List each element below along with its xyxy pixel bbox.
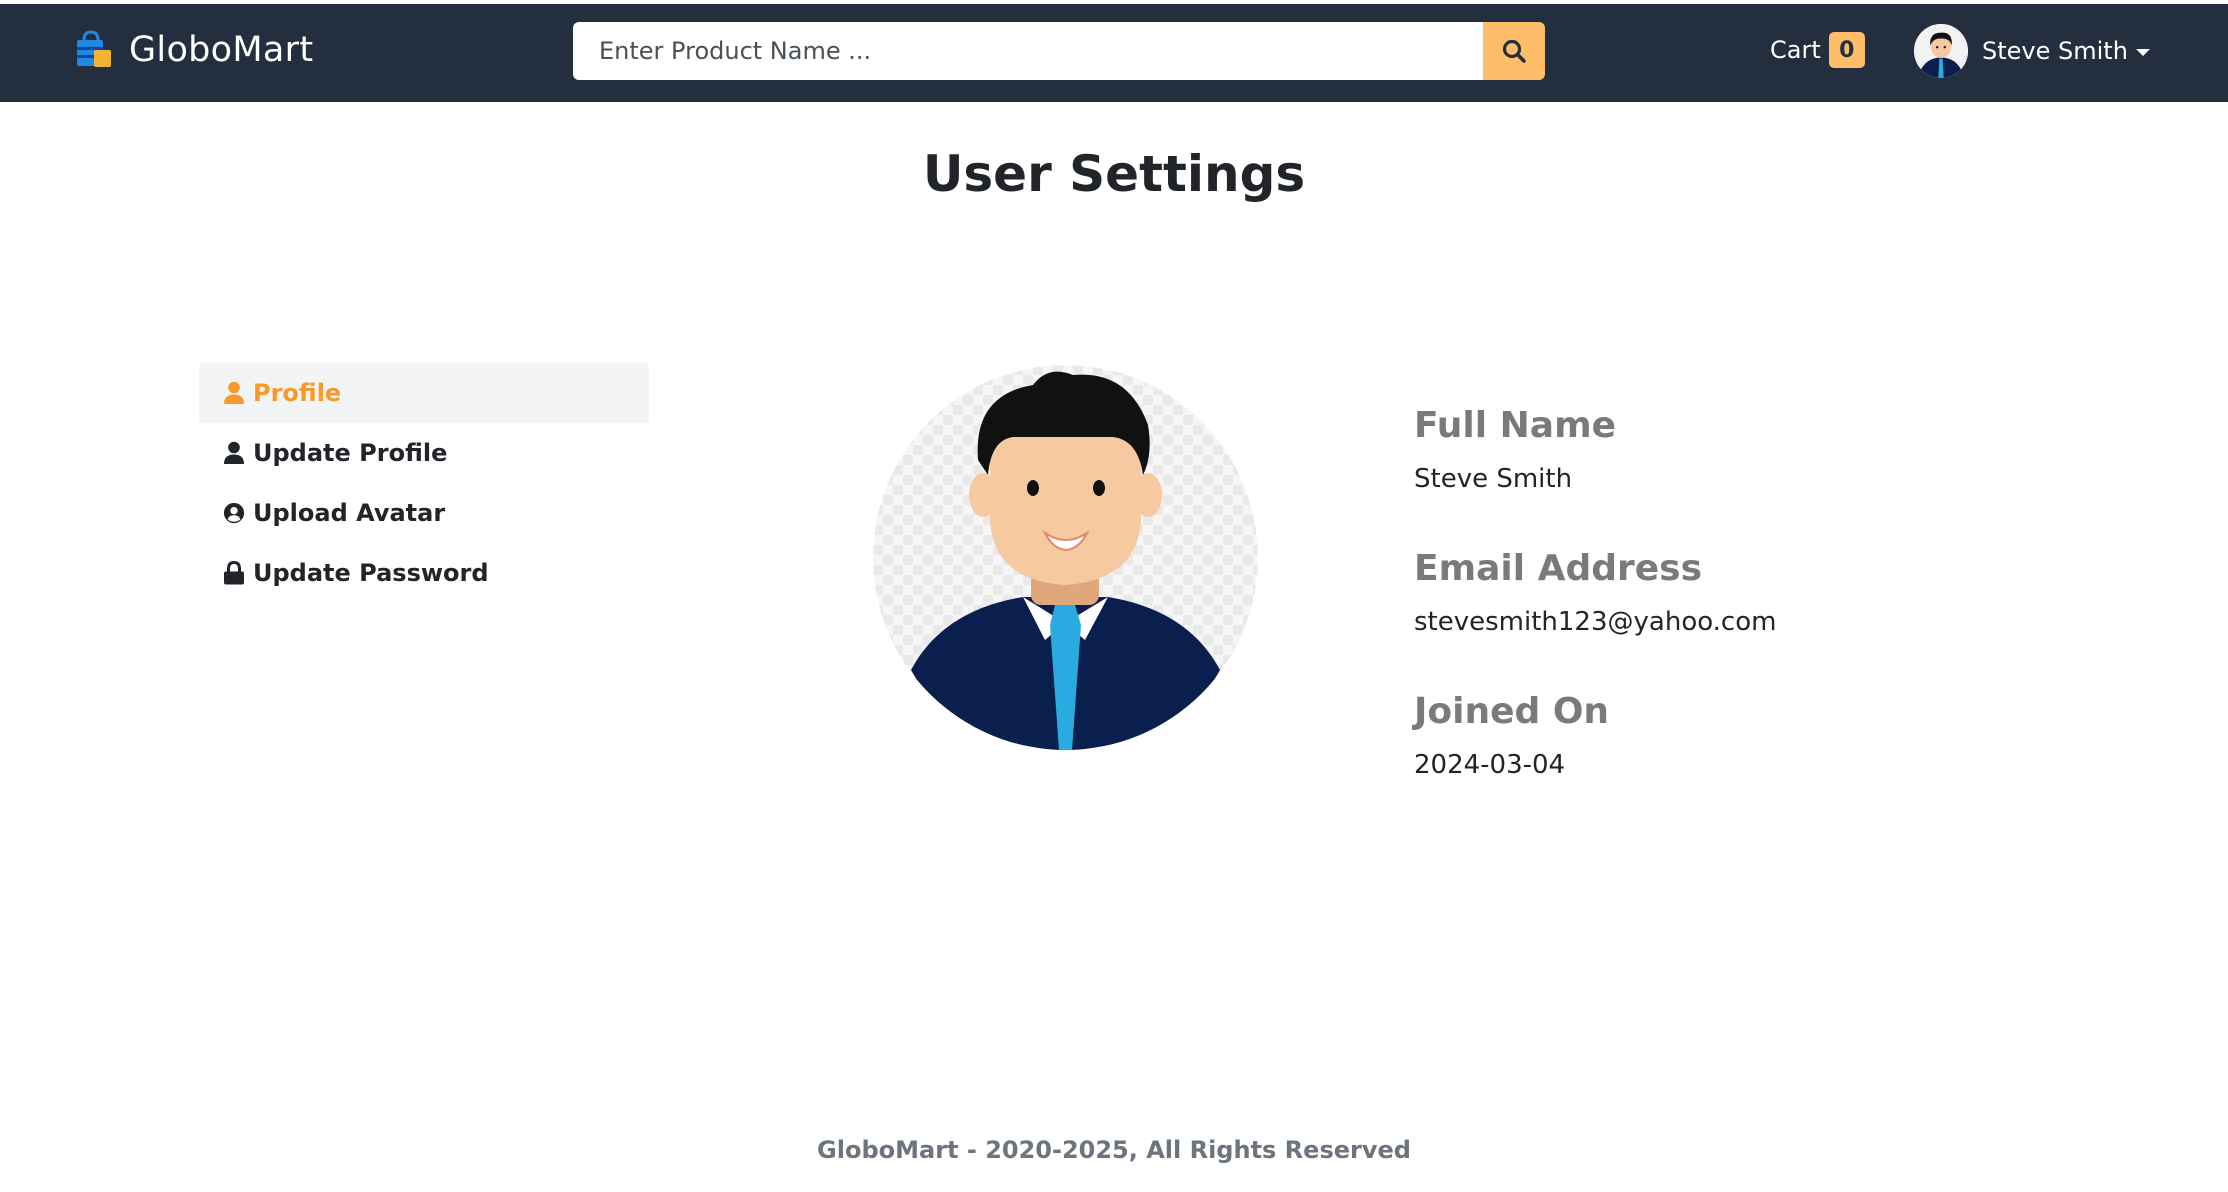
page-title: User Settings: [922, 145, 1306, 203]
sidebar-item-upload-avatar[interactable]: Upload Avatar: [199, 483, 649, 543]
joined-on-value: 2024-03-04: [1414, 750, 1566, 780]
joined-on-label: Joined On: [1414, 691, 1610, 732]
sidebar-item-label: Update Profile: [253, 439, 448, 467]
joined-on-field: Joined On 2024-03-04: [1414, 691, 1776, 834]
user-circle-icon: [223, 502, 245, 524]
navbar: GloboMart Cart 0 Steve Smith: [0, 4, 2228, 102]
search-button[interactable]: [1483, 22, 1545, 80]
profile-info: Full Name Steve Smith Email Address stev…: [1414, 405, 1776, 834]
lock-icon: [224, 561, 244, 585]
full-name-label: Full Name: [1414, 405, 1616, 446]
user-name: Steve Smith: [1982, 37, 2128, 65]
search-icon: [1502, 39, 1526, 63]
search-input[interactable]: [573, 22, 1483, 80]
caret-down-icon: [2135, 48, 2150, 56]
email-label: Email Address: [1414, 548, 1703, 589]
sidebar-item-label: Upload Avatar: [253, 499, 446, 527]
profile-avatar-image: [873, 365, 1258, 750]
full-name-field: Full Name Steve Smith: [1414, 405, 1776, 548]
user-icon: [224, 441, 244, 464]
full-name-value: Steve Smith: [1414, 464, 1573, 494]
search-bar: [573, 22, 1545, 80]
sidebar-item-update-password[interactable]: Update Password: [199, 543, 649, 603]
cart-count-badge: 0: [1828, 32, 1865, 68]
brand-name: GloboMart: [129, 30, 314, 70]
settings-sidebar: Profile Update Profile Upload Avatar Upd…: [199, 363, 649, 603]
profile-avatar: [873, 365, 1258, 750]
sidebar-item-label: Profile: [253, 379, 342, 407]
cart-label: Cart: [1770, 36, 1821, 64]
brand-link[interactable]: GloboMart: [74, 30, 313, 70]
footer-copyright: GloboMart - 2020-2025, All Rights Reserv…: [817, 1136, 1411, 1164]
avatar: [1914, 24, 1968, 78]
email-field: Email Address stevesmith123@yahoo.com: [1414, 548, 1776, 691]
avatar-image: [1914, 24, 1968, 78]
user-icon: [224, 381, 244, 404]
sidebar-item-update-profile[interactable]: Update Profile: [199, 423, 649, 483]
sidebar-item-profile[interactable]: Profile: [199, 363, 649, 423]
email-value: stevesmith123@yahoo.com: [1414, 607, 1777, 637]
cart-link[interactable]: Cart 0: [1770, 32, 1865, 68]
shopping-bag-logo-icon: [77, 30, 111, 67]
sidebar-item-label: Update Password: [253, 559, 489, 587]
user-menu-toggle[interactable]: Steve Smith: [1914, 24, 2150, 78]
